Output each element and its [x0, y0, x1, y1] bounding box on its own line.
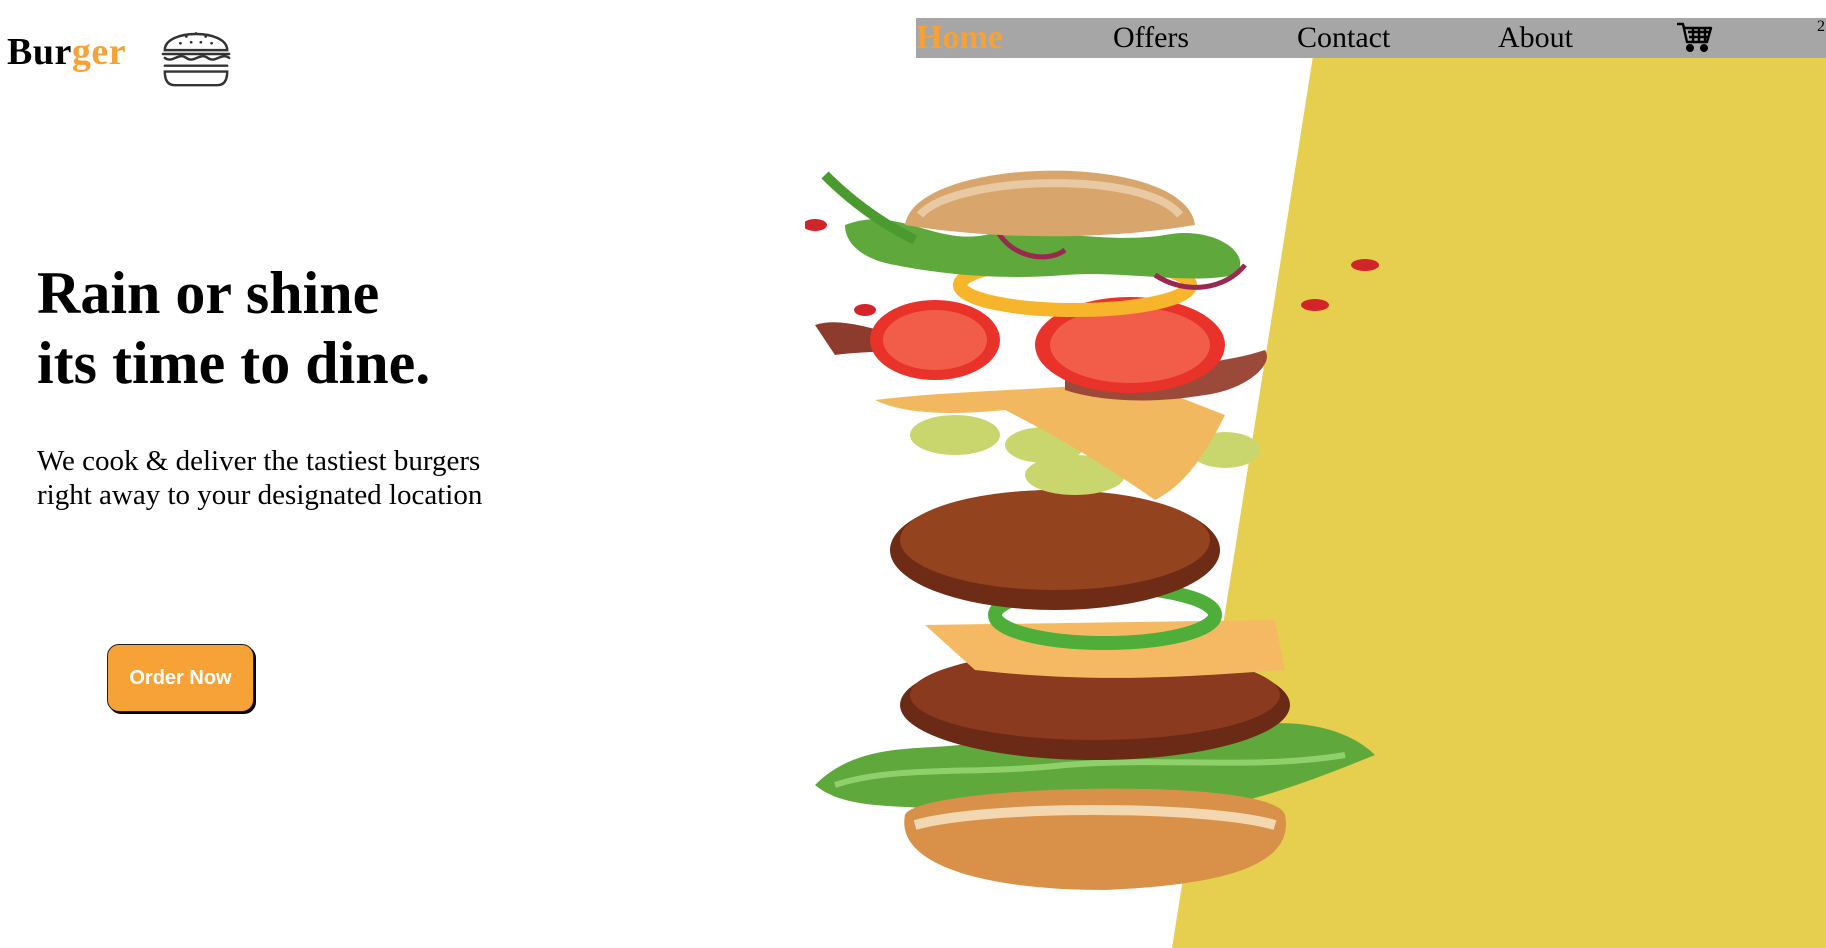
- logo-text: Burger: [7, 30, 126, 74]
- cart-icon[interactable]: [1674, 18, 1714, 56]
- nav-about[interactable]: About: [1498, 18, 1573, 58]
- nav-offers[interactable]: Offers: [1113, 18, 1189, 58]
- hero-title-line-2: its time to dine.: [37, 330, 431, 396]
- order-now-button[interactable]: Order Now: [107, 644, 254, 712]
- top-nav-bar: Home Offers Contact About 2: [916, 18, 1826, 58]
- cart-count-badge: 2: [1817, 18, 1825, 35]
- nav-home[interactable]: Home: [916, 18, 1003, 58]
- hero-subtitle-line-2: right away to your designated location: [37, 479, 483, 511]
- nav-contact[interactable]: Contact: [1297, 18, 1390, 58]
- hero-subtitle-line-1: We cook & deliver the tastiest burgers: [37, 445, 481, 477]
- burger-hero-image: [805, 170, 1379, 890]
- logo-text-accent: ger: [71, 31, 127, 73]
- hero-title: Rain or shine its time to dine.: [37, 258, 430, 398]
- logo[interactable]: Burger: [7, 30, 231, 87]
- logo-text-dark: Bur: [7, 31, 72, 73]
- hero-subtitle: We cook & deliver the tastiest burgers r…: [37, 444, 482, 512]
- burger-icon: [161, 32, 231, 87]
- hero-title-line-1: Rain or shine: [37, 260, 380, 326]
